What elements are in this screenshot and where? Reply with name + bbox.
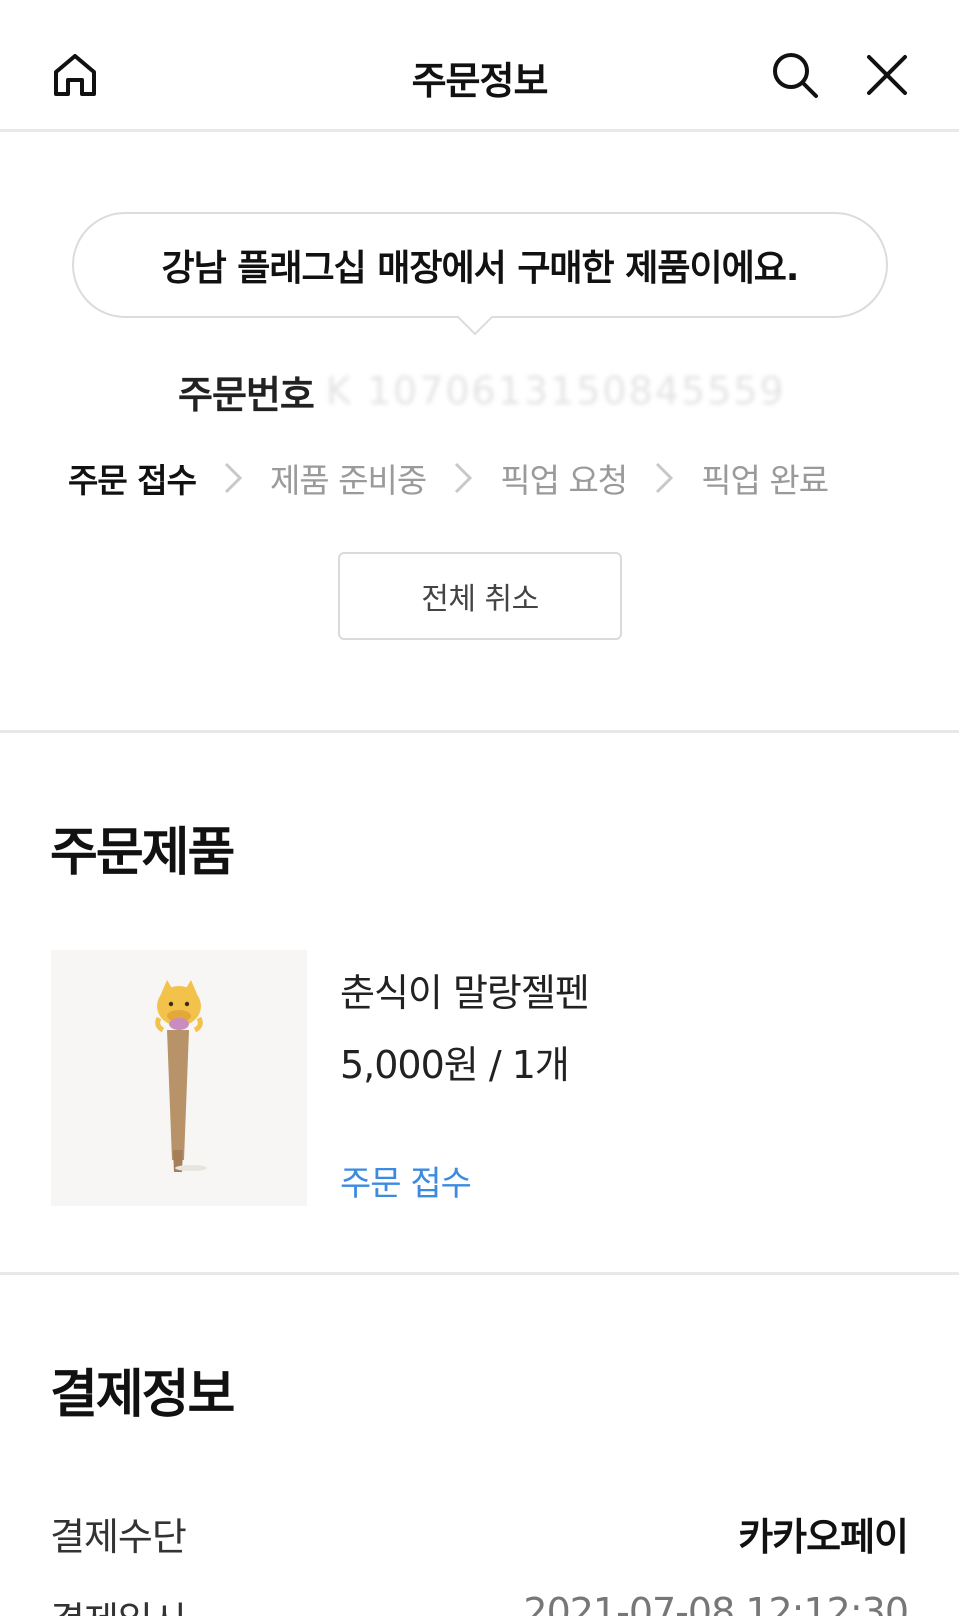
product-status: 주문 접수 — [340, 1164, 472, 1204]
order-number: 주문번호 K 1070613150845559 — [178, 366, 786, 417]
product-price-quantity: 5,000원 / 1개 — [340, 1043, 570, 1087]
chevron-right-icon — [455, 462, 473, 494]
payment-section-title: 결제정보 — [50, 1365, 235, 1425]
order-progress-steps: 주문 접수 제품 준비중 픽업 요청 픽업 완료 — [68, 450, 908, 506]
order-number-value: K 1070613150845559 — [325, 369, 786, 413]
step-preparing: 제품 준비중 — [269, 461, 427, 500]
payment-method-value: 카카오페이 — [738, 1515, 909, 1559]
order-info-page: 주문정보 강남 플래그십 매장에서 구매한 제품이에요. 주문번호 K 1070… — [0, 0, 959, 1616]
top-bar: 주문정보 — [0, 0, 959, 132]
search-icon[interactable] — [770, 50, 820, 100]
section-divider — [0, 730, 959, 733]
product-name[interactable]: 춘식이 말랑젤펜 — [340, 962, 590, 1017]
payment-date-row: 결제일시 2021-07-08 12:12:30 — [50, 1590, 909, 1616]
store-banner: 강남 플래그십 매장에서 구매한 제품이에요. — [72, 212, 888, 318]
payment-date-value: 2021-07-08 12:12:30 — [523, 1590, 909, 1616]
payment-date-label: 결제일시 — [50, 1590, 187, 1616]
section-divider — [0, 1272, 959, 1275]
chevron-right-icon — [224, 462, 243, 494]
product-image[interactable] — [51, 950, 307, 1206]
payment-method-label: 결제수단 — [50, 1515, 187, 1559]
step-pickup-requested: 픽업 요청 — [500, 461, 628, 500]
products-section-title: 주문제품 — [50, 823, 235, 883]
payment-method-row: 결제수단 카카오페이 — [50, 1506, 909, 1566]
close-icon[interactable] — [864, 52, 910, 98]
order-number-label: 주문번호 — [178, 372, 315, 417]
step-pickup-complete: 픽업 완료 — [701, 461, 829, 500]
chevron-right-icon — [656, 462, 674, 494]
cancel-all-button[interactable]: 전체 취소 — [338, 552, 622, 640]
step-order-received: 주문 접수 — [68, 461, 197, 500]
gel-pen-illustration — [155, 980, 207, 1172]
